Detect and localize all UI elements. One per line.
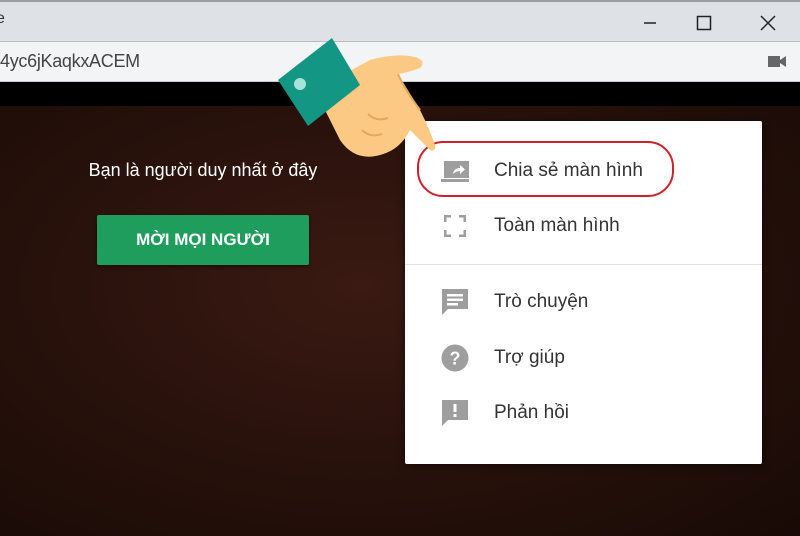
menu-item-share-screen[interactable]: Chia sẻ màn hình xyxy=(405,146,762,196)
feedback-icon xyxy=(441,399,469,427)
help-icon: ? xyxy=(441,344,469,372)
minimize-button[interactable] xyxy=(630,8,670,38)
menu-item-chat[interactable]: Trò chuyện xyxy=(405,277,762,327)
present-screen-icon xyxy=(441,157,469,185)
close-icon xyxy=(760,15,776,31)
url-text[interactable]: 4yc6jKaqkxACEM xyxy=(0,51,140,72)
pointing-hand-icon xyxy=(278,38,436,157)
close-button[interactable] xyxy=(748,8,788,38)
fullscreen-icon xyxy=(441,212,469,240)
menu-item-help[interactable]: ? Trợ giúp xyxy=(405,333,762,383)
video-camera-icon[interactable] xyxy=(768,55,786,68)
chat-icon xyxy=(441,288,469,316)
menu-item-fullscreen[interactable]: Toàn màn hình xyxy=(405,201,762,251)
menu-item-feedback[interactable]: Phản hồi xyxy=(405,388,762,438)
minimize-icon xyxy=(644,22,656,24)
invite-people-button[interactable]: MỜI MỌI NGƯỜI xyxy=(97,215,309,265)
window-title: e xyxy=(0,10,5,27)
options-menu: Chia sẻ màn hình Toàn màn hình Trò chuyệ… xyxy=(405,121,762,464)
svg-text:?: ? xyxy=(450,349,461,369)
menu-divider xyxy=(405,264,762,265)
maximize-button[interactable] xyxy=(684,8,724,38)
maximize-icon xyxy=(696,15,712,31)
